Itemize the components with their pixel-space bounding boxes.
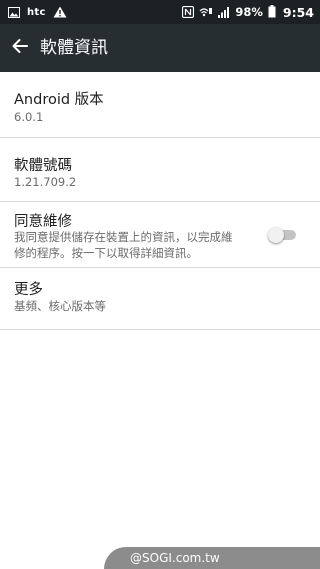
list-item-repair-consent[interactable]: 同意維修 我同意提供儲存在裝置上的資訊，以完成維 修的程序。按一下以取得詳細資訊… (0, 202, 320, 268)
status-bar-left: htc (8, 0, 67, 24)
back-button[interactable] (6, 34, 34, 62)
list-item-subtitle: 6.0.1 (14, 110, 44, 124)
page-title: 軟體資訊 (40, 38, 108, 58)
list-item-subtitle-line-2: 修的程序。按一下以取得詳細資訊。 (14, 246, 198, 260)
list-item-subtitle: 1.21.709.2 (14, 175, 77, 189)
toggle-thumb (268, 227, 284, 243)
gallery-icon (8, 3, 20, 22)
nfc-icon (182, 3, 195, 22)
app-toolbar: 軟體資訊 (0, 24, 320, 72)
list-item-title: 軟體號碼 (14, 158, 72, 174)
arrow-left-icon (11, 37, 29, 59)
wifi-calling-icon (199, 3, 213, 22)
warning-icon (53, 3, 67, 22)
list-item-title: 同意維修 (14, 214, 72, 230)
repair-consent-toggle[interactable] (268, 227, 298, 243)
list-item-software-number[interactable]: 軟體號碼 1.21.709.2 (0, 138, 320, 202)
battery-icon (268, 3, 276, 22)
status-bar-right: 98% 9:54 (182, 0, 314, 24)
list-item-more[interactable]: 更多 基頻、核心版本等 (0, 268, 320, 330)
htc-logo: htc (27, 6, 46, 18)
list-item-android-version[interactable]: Android 版本 6.0.1 (0, 72, 320, 138)
status-bar: htc 98% 9:54 (0, 0, 320, 24)
clock: 9:54 (282, 4, 314, 20)
settings-list: Android 版本 6.0.1 軟體號碼 1.21.709.2 同意維修 我同… (0, 72, 320, 330)
list-item-title: Android 版本 (14, 92, 104, 108)
list-item-title: 更多 (14, 282, 43, 298)
list-item-subtitle: 基頻、核心版本等 (14, 299, 106, 313)
signal-icon (218, 3, 230, 22)
watermark: @SOGI.com.tw (104, 547, 320, 569)
list-item-subtitle-line-1: 我同意提供儲存在裝置上的資訊，以完成維 (14, 230, 233, 244)
battery-percent: 98% (235, 5, 263, 19)
